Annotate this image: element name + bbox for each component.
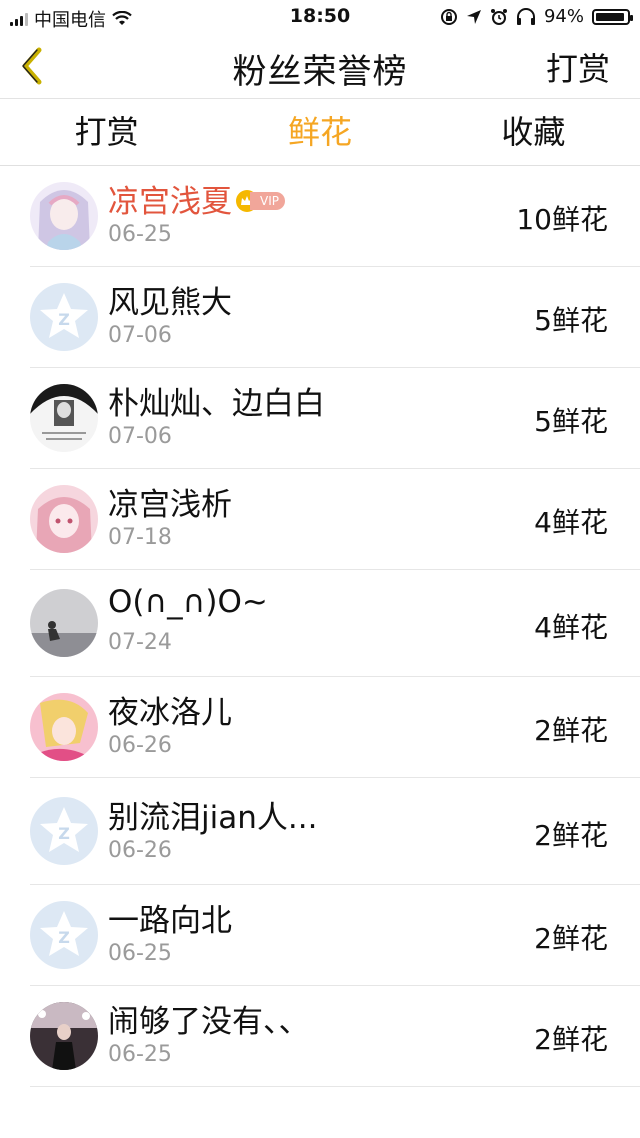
page-title: 粉丝荣誉榜: [232, 52, 408, 92]
default-avatar-icon: Z: [30, 901, 98, 969]
tab-favorites[interactable]: 收藏: [427, 99, 640, 165]
fan-ranking-list: 凉宫浅夏 VIP 06-25 10鲜花 Z 风见熊大 07-06 5鲜花 朴灿灿…: [0, 166, 640, 1087]
user-name: 闹够了没有、、: [108, 1004, 310, 1040]
svg-text:Z: Z: [58, 310, 70, 329]
user-name: 朴灿灿、边白白: [108, 386, 325, 422]
user-name: O(∩_∩)O~: [108, 584, 268, 620]
list-item[interactable]: 夜冰洛儿 06-26 2鲜花: [30, 677, 640, 778]
date: 07-24: [108, 630, 172, 655]
vip-label: VIP: [250, 191, 285, 210]
list-item[interactable]: Z 风见熊大 07-06 5鲜花: [30, 267, 640, 368]
battery-percent: 94%: [543, 6, 584, 27]
reward-button[interactable]: 打赏: [546, 44, 610, 90]
flower-count: 5鲜花: [534, 405, 608, 438]
flower-count: 10鲜花: [516, 203, 608, 236]
status-right: 94%: [440, 6, 633, 27]
avatar: [30, 485, 98, 553]
battery-icon: [592, 8, 633, 25]
location-icon: [466, 9, 481, 24]
default-avatar-icon: Z: [30, 797, 98, 865]
user-name: 凉宫浅夏 VIP: [108, 176, 285, 221]
default-avatar-icon: Z: [30, 283, 98, 351]
list-item[interactable]: Z 别流泪jian人... 06-26 2鲜花: [30, 778, 640, 885]
date: 06-25: [108, 222, 172, 247]
date: 06-25: [108, 941, 172, 966]
date: 06-25: [108, 1042, 172, 1067]
list-item[interactable]: 朴灿灿、边白白 07-06 5鲜花: [30, 368, 640, 469]
avatar: [30, 384, 98, 452]
user-name: 风见熊大: [108, 285, 232, 321]
user-name: 一路向北: [108, 903, 232, 939]
tab-bar: 打赏 鲜花 收藏: [0, 99, 640, 166]
svg-text:Z: Z: [58, 928, 70, 947]
orientation-lock-icon: [440, 8, 457, 25]
flower-count: 5鲜花: [534, 304, 608, 337]
svg-text:Z: Z: [58, 824, 70, 843]
battery-fill: [596, 12, 624, 21]
flower-count: 2鲜花: [534, 819, 608, 852]
flower-count: 2鲜花: [534, 922, 608, 955]
flower-count: 2鲜花: [534, 1023, 608, 1056]
tab-reward[interactable]: 打赏: [0, 99, 213, 165]
date: 06-26: [108, 838, 172, 863]
alarm-icon: [490, 8, 507, 25]
user-name-text: 凉宫浅夏: [108, 184, 232, 220]
vip-badge: VIP: [236, 189, 285, 212]
date: 06-26: [108, 733, 172, 758]
list-item[interactable]: Z 一路向北 06-25 2鲜花: [30, 885, 640, 986]
date: 07-06: [108, 424, 172, 449]
nav-bar: 粉丝荣誉榜 打赏: [0, 34, 640, 99]
user-name: 别流泪jian人...: [108, 800, 318, 836]
user-name: 夜冰洛儿: [108, 695, 232, 731]
list-item[interactable]: 闹够了没有、、 06-25 2鲜花: [30, 986, 640, 1087]
list-item[interactable]: O(∩_∩)O~ 07-24 4鲜花: [30, 570, 640, 677]
user-name: 凉宫浅析: [108, 487, 232, 523]
flower-count: 4鲜花: [534, 611, 608, 644]
avatar: [30, 693, 98, 761]
flower-count: 2鲜花: [534, 714, 608, 747]
tab-flowers[interactable]: 鲜花: [213, 99, 426, 165]
avatar: [30, 589, 98, 657]
date: 07-18: [108, 525, 172, 550]
date: 07-06: [108, 323, 172, 348]
list-item[interactable]: 凉宫浅析 07-18 4鲜花: [30, 469, 640, 570]
status-bar: 中国电信 18:50 94%: [0, 0, 640, 34]
avatar: [30, 182, 98, 250]
headphones-icon: [516, 7, 535, 25]
list-item[interactable]: 凉宫浅夏 VIP 06-25 10鲜花: [30, 166, 640, 267]
flower-count: 4鲜花: [534, 506, 608, 539]
avatar: [30, 1002, 98, 1070]
